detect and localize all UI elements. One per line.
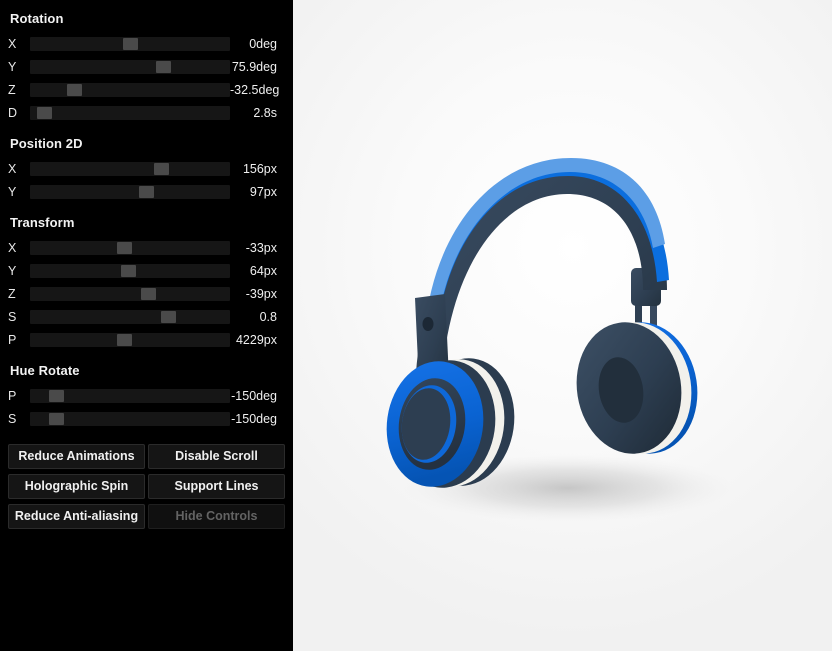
slider-row-position-2d-y: Y 97px <box>8 180 285 203</box>
app-root: Rotation X 0deg Y 75.9deg Z -32.5deg D 2.8s Posit… <box>0 0 832 651</box>
slider-label: Y <box>8 184 17 199</box>
slider-thumb[interactable] <box>154 162 169 175</box>
slider-label: Z <box>8 286 16 301</box>
slider-label: P <box>8 332 17 347</box>
slider-thumb[interactable] <box>156 60 171 73</box>
slider-thumb[interactable] <box>121 264 136 277</box>
reduce-anti-aliasing-button[interactable]: Reduce Anti-aliasing <box>8 504 145 529</box>
control-panel: Rotation X 0deg Y 75.9deg Z -32.5deg D 2.8s Posit… <box>0 0 293 651</box>
slider-sections: Rotation X 0deg Y 75.9deg Z -32.5deg D 2.8s Posit… <box>8 11 285 430</box>
slider-row-position-2d-x: X 156px <box>8 157 285 180</box>
slider-row-rotation-d: D 2.8s <box>8 101 285 124</box>
button-grid: Reduce Animations Disable Scroll Holograph… <box>8 444 285 529</box>
slider-thumb[interactable] <box>139 185 154 198</box>
slider-thumb[interactable] <box>117 333 132 346</box>
slider-value: 64px <box>249 263 277 278</box>
slider-row-hue-rotate-s: S -150deg <box>8 407 285 430</box>
slider-label: S <box>8 309 17 324</box>
slider-value: 0.8 <box>259 309 277 324</box>
slider-track-rotation-y[interactable] <box>30 59 230 74</box>
slider-label: X <box>8 240 17 255</box>
slider-thumb[interactable] <box>141 287 156 300</box>
slider-row-rotation-z: Z -32.5deg <box>8 78 285 101</box>
slider-track-transform-p[interactable] <box>30 332 230 347</box>
slider-row-transform-y: Y 64px <box>8 259 285 282</box>
slider-track-transform-y[interactable] <box>30 263 230 278</box>
slider-row-rotation-x: X 0deg <box>8 32 285 55</box>
slider-value: 97px <box>249 184 277 199</box>
slider-value: -150deg <box>231 388 277 403</box>
slider-thumb[interactable] <box>117 241 132 254</box>
support-lines-button[interactable]: Support Lines <box>148 474 285 499</box>
slider-thumb[interactable] <box>123 37 138 50</box>
slider-track-transform-z[interactable] <box>30 286 230 301</box>
slider-label: X <box>8 161 17 176</box>
slider-row-transform-s: S 0.8 <box>8 305 285 328</box>
left-arm-hinge-dot <box>422 316 433 331</box>
slider-track-transform-x[interactable] <box>30 240 230 255</box>
slider-row-transform-x: X -33px <box>8 236 285 259</box>
slider-row-rotation-y: Y 75.9deg <box>8 55 285 78</box>
slider-track-hue-rotate-p[interactable] <box>30 388 230 403</box>
slider-label: Y <box>8 59 17 74</box>
slider-label: Y <box>8 263 17 278</box>
slider-row-transform-p: P 4229px <box>8 328 285 351</box>
slider-value: 4229px <box>235 332 277 347</box>
hide-controls-button[interactable]: Hide Controls <box>148 504 285 529</box>
slider-thumb[interactable] <box>49 412 64 425</box>
disable-scroll-button[interactable]: Disable Scroll <box>148 444 285 469</box>
section-title-transform: Transform <box>10 215 75 230</box>
section-title-position-2d: Position 2D <box>10 136 83 151</box>
slider-label: Z <box>8 82 16 97</box>
slider-thumb[interactable] <box>161 310 176 323</box>
slider-track-transform-s[interactable] <box>30 309 230 324</box>
slider-track-hue-rotate-s[interactable] <box>30 411 230 426</box>
product-stage <box>293 0 832 651</box>
headphones-illustration <box>386 157 733 522</box>
section-title-rotation: Rotation <box>10 11 64 26</box>
slider-thumb[interactable] <box>49 389 64 402</box>
slider-row-hue-rotate-p: P -150deg <box>8 384 285 407</box>
slider-label: X <box>8 36 17 51</box>
slider-value: 2.8s <box>253 105 277 120</box>
slider-label: P <box>8 388 17 403</box>
slider-label: D <box>8 105 18 120</box>
slider-track-position-2d-y[interactable] <box>30 184 230 199</box>
slider-value: -150deg <box>231 411 277 426</box>
reduce-animations-button[interactable]: Reduce Animations <box>8 444 145 469</box>
slider-track-rotation-d[interactable] <box>30 105 230 120</box>
slider-value: 156px <box>242 161 277 176</box>
slider-track-rotation-x[interactable] <box>30 36 230 51</box>
slider-value: 0deg <box>249 36 277 51</box>
slider-track-position-2d-x[interactable] <box>30 161 230 176</box>
right-earcup-assembly <box>576 267 697 454</box>
slider-row-transform-z: Z -39px <box>8 282 285 305</box>
holographic-spin-button[interactable]: Holographic Spin <box>8 474 145 499</box>
slider-label: S <box>8 411 17 426</box>
product-scene <box>293 0 832 651</box>
slider-thumb[interactable] <box>37 106 52 119</box>
slider-value: 75.9deg <box>231 59 277 74</box>
slider-track-rotation-z[interactable] <box>30 82 230 97</box>
section-title-hue-rotate: Hue Rotate <box>10 363 80 378</box>
slider-value: -32.5deg <box>230 82 280 97</box>
slider-thumb[interactable] <box>67 83 82 96</box>
slider-value: -33px <box>245 240 277 255</box>
slider-value: -39px <box>245 286 277 301</box>
